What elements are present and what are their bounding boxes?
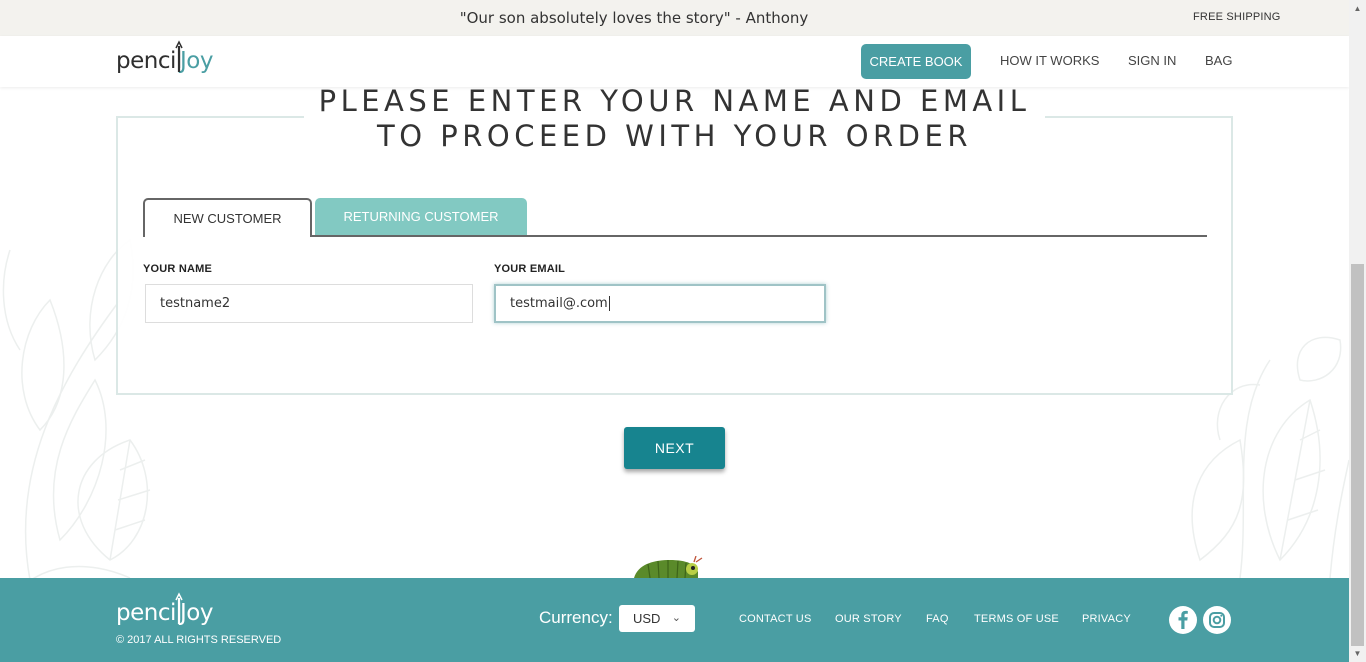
create-book-button[interactable]: CREATE BOOK — [861, 44, 971, 79]
page-title-line-2: TO PROCEED WITH YOUR ORDER — [377, 119, 972, 153]
promo-bar: "Our son absolutely loves the story" - A… — [0, 0, 1349, 36]
footer-link-terms[interactable]: TERMS OF USE — [974, 613, 1059, 625]
footer-link-privacy[interactable]: PRIVACY — [1082, 613, 1131, 625]
tab-new-customer[interactable]: NEW CUSTOMER — [143, 198, 312, 237]
currency-label: Currency: — [539, 608, 613, 627]
caterpillar-illustration — [634, 556, 703, 579]
page: "Our son absolutely loves the story" - A… — [0, 0, 1349, 662]
email-field-value: testmail@.com — [510, 296, 608, 311]
footer-link-faq[interactable]: FAQ — [926, 613, 949, 625]
facebook-button[interactable] — [1169, 606, 1197, 634]
logo-wordmark: pencil — [116, 48, 182, 74]
currency-value: USD — [633, 611, 661, 626]
footer-link-contact[interactable]: CONTACT US — [739, 613, 812, 625]
facebook-icon — [1178, 610, 1188, 629]
svg-text:Joy: Joy — [178, 48, 213, 74]
instagram-icon — [1209, 612, 1225, 628]
svg-text:Joy: Joy — [178, 600, 213, 626]
currency-select[interactable]: USD ⌄ — [619, 605, 695, 632]
tab-returning-customer[interactable]: RETURNING CUSTOMER — [315, 198, 527, 235]
name-field[interactable]: testname2 — [145, 284, 473, 323]
scroll-down-arrow-icon[interactable]: ▼ — [1349, 645, 1366, 662]
footer-link-our-story[interactable]: OUR STORY — [835, 613, 902, 625]
free-shipping-label[interactable]: FREE SHIPPING — [1193, 11, 1281, 23]
penciljoy-logo[interactable]: pencil Joy — [116, 40, 218, 78]
footer-logo-wordmark: pencil — [116, 600, 182, 626]
page-scrollbar[interactable]: ▲ ▼ — [1349, 0, 1366, 662]
bag-link[interactable]: BAG — [1205, 53, 1232, 68]
copyright-text: © 2017 ALL RIGHTS RESERVED — [116, 634, 282, 646]
page-title-line-1: PLEASE ENTER YOUR NAME AND EMAIL — [318, 84, 1031, 118]
email-label: YOUR EMAIL — [494, 263, 566, 275]
name-label: YOUR NAME — [143, 263, 213, 275]
testimonial-quote: "Our son absolutely loves the story" - A… — [459, 9, 809, 27]
site-header: pencil Joy CREATE BOOK HOW IT WORKS SIGN… — [0, 36, 1349, 87]
scroll-up-arrow-icon[interactable]: ▲ — [1349, 0, 1366, 17]
name-field-value: testname2 — [160, 296, 231, 311]
how-it-works-link[interactable]: HOW IT WORKS — [1000, 53, 1099, 68]
next-button[interactable]: NEXT — [624, 427, 725, 469]
sign-in-link[interactable]: SIGN IN — [1128, 53, 1176, 68]
instagram-button[interactable] — [1203, 606, 1231, 634]
page-title: PLEASE ENTER YOUR NAME AND EMAIL TO PROC… — [304, 84, 1045, 154]
text-caret — [608, 296, 610, 311]
site-footer: pencil Joy © 2017 ALL RIGHTS RESERVED Cu… — [0, 578, 1349, 662]
scrollbar-thumb[interactable] — [1351, 264, 1364, 646]
email-field[interactable]: testmail@.com — [494, 284, 826, 323]
footer-penciljoy-logo[interactable]: pencil Joy — [116, 592, 218, 630]
customer-form-panel — [116, 116, 1233, 395]
chevron-down-icon: ⌄ — [671, 612, 681, 624]
